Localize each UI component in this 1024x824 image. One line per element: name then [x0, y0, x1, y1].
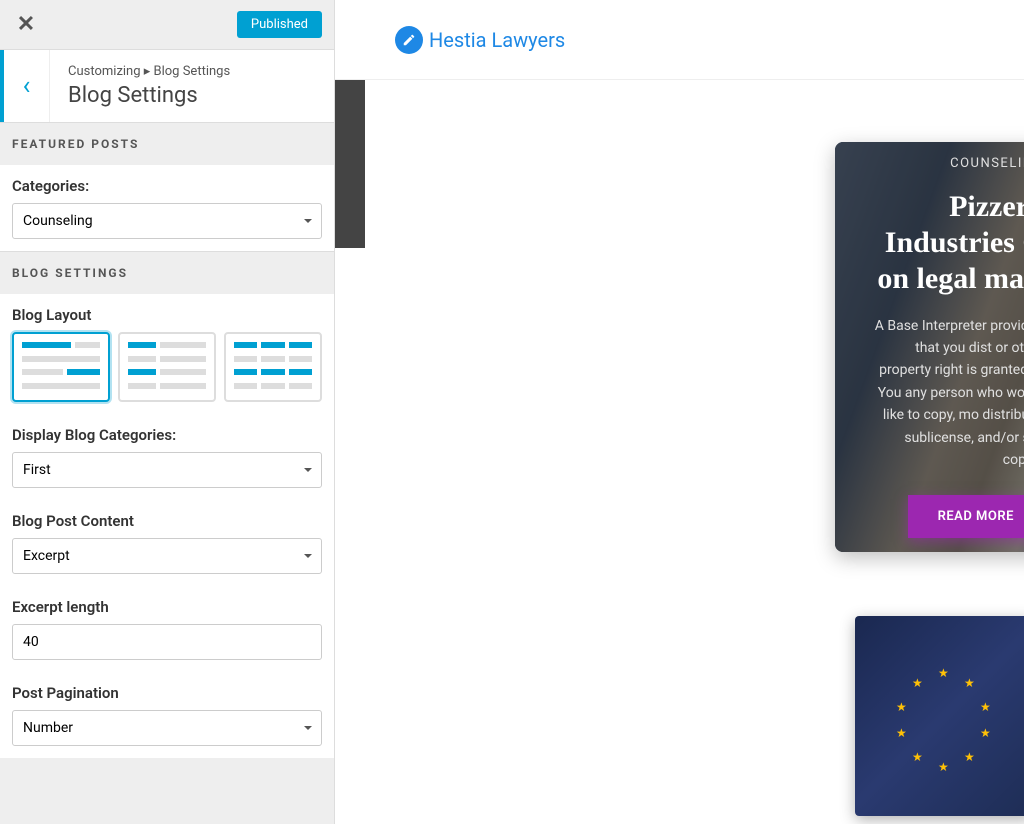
control-post-pagination: Post Pagination Number [0, 672, 334, 758]
breadcrumb: Customizing ▸ Blog Settings [68, 64, 316, 79]
post-pagination-label: Post Pagination [12, 684, 322, 702]
featured-post-card[interactable]: COUNSELING Pizzera Industries C on legal… [835, 142, 1024, 552]
excerpt-length-input[interactable] [12, 624, 322, 660]
post-pagination-select[interactable]: Number [12, 710, 322, 746]
close-icon: ✕ [17, 12, 35, 37]
published-button[interactable]: Published [237, 11, 322, 38]
layout-options [12, 332, 322, 402]
read-more-button[interactable]: READ MORE [908, 495, 1024, 538]
panel-header: ‹ Customizing ▸ Blog Settings Blog Setti… [0, 50, 334, 123]
blog-post-content-select[interactable]: Excerpt [12, 538, 322, 574]
control-excerpt-length: Excerpt length [0, 586, 334, 672]
control-categories: Categories: Counseling [0, 165, 334, 252]
logo-icon[interactable] [395, 26, 423, 54]
display-categories-label: Display Blog Categories: [12, 426, 322, 444]
page-title: Blog Settings [68, 83, 316, 108]
layout-option-3[interactable] [224, 332, 322, 402]
excerpt-length-label: Excerpt length [12, 598, 322, 616]
header-text: Customizing ▸ Blog Settings Blog Setting… [50, 50, 334, 122]
featured-category[interactable]: COUNSELING [950, 156, 1024, 171]
featured-title[interactable]: Pizzera Industries C on legal matt [865, 189, 1024, 297]
post-image-eu-flag[interactable]: ★ ★ ★ ★ ★ ★ ★ ★ ★ ★ [855, 616, 1024, 816]
site-name[interactable]: Hestia Lawyers [429, 28, 565, 52]
control-blog-post-content: Blog Post Content Excerpt [0, 500, 334, 586]
chevron-left-icon: ‹ [23, 71, 31, 101]
layout-option-2[interactable] [118, 332, 216, 402]
display-categories-select[interactable]: First [12, 452, 322, 488]
featured-overlay: COUNSELING Pizzera Industries C on legal… [835, 142, 1024, 552]
back-button[interactable]: ‹ [0, 50, 50, 122]
blog-post-content-label: Blog Post Content [12, 512, 322, 530]
section-featured-posts: FEATURED POSTS [0, 123, 334, 165]
eu-stars-icon: ★ ★ ★ ★ ★ ★ ★ ★ ★ ★ [894, 666, 994, 766]
blog-layout-label: Blog Layout [12, 306, 322, 324]
section-blog-settings: BLOG SETTINGS [0, 252, 334, 294]
customizer-sidebar: ✕ Published ‹ Customizing ▸ Blog Setting… [0, 0, 335, 824]
layout-option-1[interactable] [12, 332, 110, 402]
preview-pane: Hestia Lawyers COUNSELING Pizzera Indust… [335, 0, 1024, 824]
categories-select[interactable]: Counseling [12, 203, 322, 239]
site-header: Hestia Lawyers [335, 0, 1024, 80]
pencil-icon [402, 33, 416, 47]
control-display-categories: Display Blog Categories: First [0, 414, 334, 500]
settings-scroll: FEATURED POSTS Categories: Counseling BL… [0, 123, 334, 824]
top-bar: ✕ Published [0, 0, 334, 50]
categories-label: Categories: [12, 177, 322, 195]
close-button[interactable]: ✕ [12, 11, 40, 39]
post-card: ★ ★ ★ ★ ★ ★ ★ ★ ★ ★ REGULATION GDPR reg … [855, 616, 1024, 816]
featured-excerpt: A Base Interpreter provided that you dis… [865, 315, 1024, 472]
control-blog-layout: Blog Layout [0, 294, 334, 414]
